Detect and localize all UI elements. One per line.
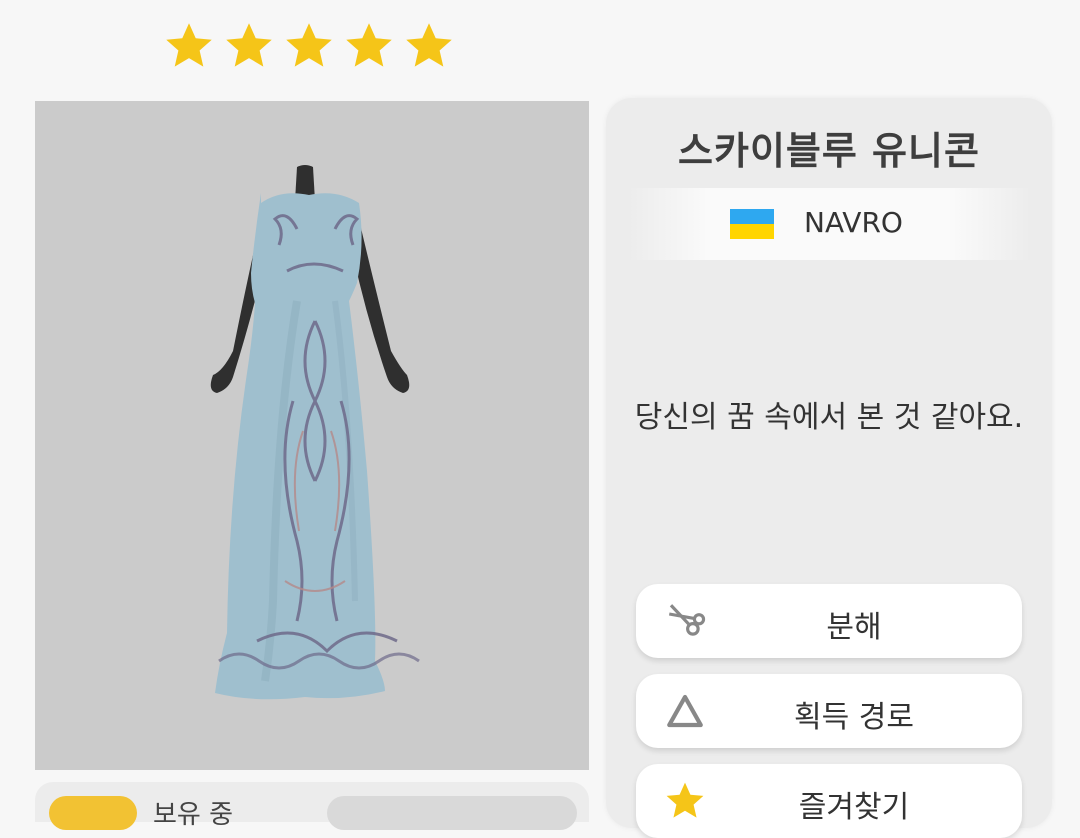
rating-stars xyxy=(163,20,455,72)
disassemble-label: 분해 xyxy=(826,610,882,645)
item-preview[interactable] xyxy=(35,101,589,770)
favorite-button[interactable]: 즐겨찾기 xyxy=(636,764,1022,838)
brand-row[interactable]: NAVRO xyxy=(628,188,1032,260)
star-icon xyxy=(406,23,452,67)
owned-badge xyxy=(49,796,137,830)
owned-label: 보유 중 xyxy=(153,800,234,830)
brand-name: NAVRO xyxy=(804,206,903,239)
disassemble-button[interactable]: 분해 xyxy=(636,584,1022,658)
acquisition-route-button[interactable]: 획득 경로 xyxy=(636,674,1022,748)
item-info-panel: 스카이블루 유니콘 NAVRO 당신의 꿈 속에서 본 것 같아요. 분해 획득… xyxy=(606,98,1052,838)
star-icon xyxy=(226,23,272,67)
acquisition-route-label: 획득 경로 xyxy=(794,700,914,735)
item-name: 스카이블루 유니콘 xyxy=(678,129,980,173)
favorite-label: 즐겨찾기 xyxy=(798,790,910,825)
dress-image xyxy=(210,165,420,700)
ukraine-flag-icon xyxy=(730,209,774,239)
owned-strip: 보유 중 xyxy=(35,782,589,830)
owned-count-pill[interactable] xyxy=(327,796,577,830)
item-description: 당신의 꿈 속에서 본 것 같아요. xyxy=(634,400,1024,435)
star-icon xyxy=(346,23,392,67)
star-icon xyxy=(286,23,332,67)
star-icon xyxy=(166,23,212,67)
